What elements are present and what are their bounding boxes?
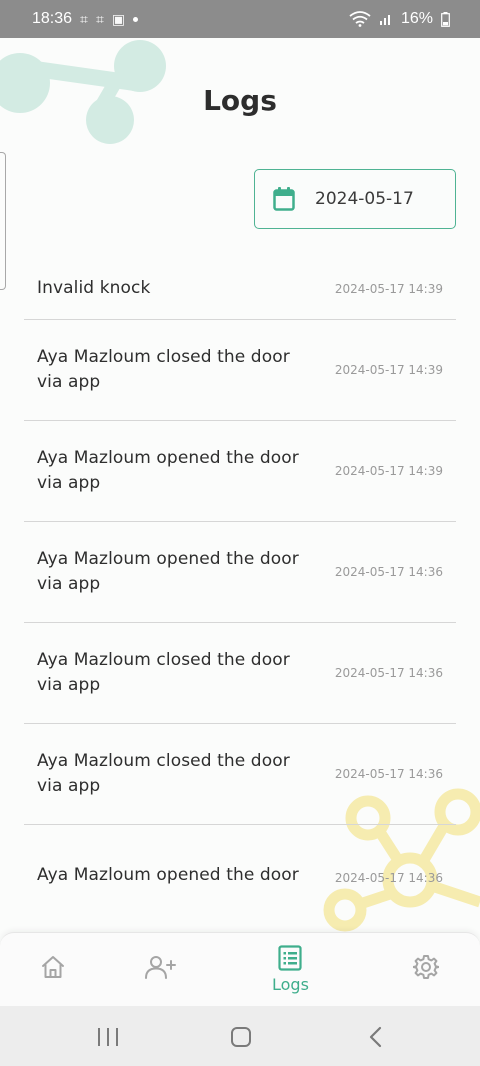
log-message: Invalid knock <box>37 278 151 298</box>
log-row: Aya Mazloum closed the door via app 2024… <box>24 320 456 421</box>
logs-list: Invalid knock 2024-05-17 14:39 Aya Mazlo… <box>24 258 456 933</box>
bottom-navigation: Logs <box>0 932 480 1006</box>
page-title: Logs <box>203 84 277 117</box>
app-notification-icon: ▣ <box>111 10 126 27</box>
signal-icon <box>379 15 390 25</box>
status-right: 16% <box>349 10 450 28</box>
log-message: Aya Mazloum closed the door via app <box>37 650 290 695</box>
battery-percent: 16% <box>400 10 433 27</box>
nav-home[interactable] <box>40 955 66 979</box>
back-icon[interactable] <box>368 1026 382 1048</box>
home-icon <box>42 956 64 978</box>
nav-logs-label: Logs <box>272 975 309 994</box>
screen-record-icon: ⌗ <box>95 10 104 27</box>
status-left: 18:36 ⌗ ⌗ ▣ <box>32 10 139 28</box>
log-timestamp: 2024-05-17 14:36 <box>334 666 443 680</box>
system-navigation-bar <box>0 1006 480 1066</box>
log-timestamp: 2024-05-17 14:36 <box>334 565 443 579</box>
nav-logs[interactable]: Logs <box>272 945 309 994</box>
log-message: Aya Mazloum opened the door <box>37 865 299 885</box>
log-timestamp: 2024-05-17 14:39 <box>334 464 443 478</box>
log-message: Aya Mazloum closed the door via app <box>37 751 290 796</box>
log-message: Aya Mazloum opened the door via app <box>37 549 299 594</box>
date-picker-value: 2024-05-17 <box>315 189 414 209</box>
side-drawer-handle[interactable] <box>0 152 6 290</box>
nav-settings[interactable] <box>413 954 439 980</box>
logs-list-icon <box>278 945 303 971</box>
screenshot-icon: ⌗ <box>80 10 88 27</box>
log-timestamp: 2024-05-17 14:39 <box>334 363 443 377</box>
status-bar: 18:36 ⌗ ⌗ ▣ 16% <box>0 0 480 38</box>
log-message: Aya Mazloum opened the door via app <box>37 448 299 493</box>
recent-apps-icon[interactable] <box>97 1027 119 1047</box>
log-row: Aya Mazloum closed the door via app 2024… <box>24 623 456 724</box>
gear-icon <box>413 955 439 979</box>
log-row: Aya Mazloum opened the door 2024-05-17 1… <box>24 825 456 933</box>
battery-icon <box>441 11 450 27</box>
log-row: Aya Mazloum opened the door via app 2024… <box>24 522 456 623</box>
date-picker-button[interactable]: 2024-05-17 <box>254 169 456 229</box>
log-timestamp: 2024-05-17 14:39 <box>334 281 443 296</box>
log-row: Invalid knock 2024-05-17 14:39 <box>24 258 456 320</box>
log-timestamp: 2024-05-17 14:36 <box>334 871 443 885</box>
log-message: Aya Mazloum closed the door via app <box>37 347 290 392</box>
status-time: 18:36 <box>32 10 73 27</box>
log-row: Aya Mazloum opened the door via app 2024… <box>24 421 456 522</box>
log-timestamp: 2024-05-17 14:36 <box>334 767 443 781</box>
more-notifications-dot <box>133 16 139 22</box>
calendar-icon <box>273 187 295 211</box>
add-user-icon <box>145 956 176 979</box>
log-row: Aya Mazloum closed the door via app 2024… <box>24 724 456 825</box>
nav-add-user[interactable] <box>144 955 178 979</box>
home-system-icon[interactable] <box>230 1026 252 1048</box>
wifi-icon <box>349 11 371 27</box>
